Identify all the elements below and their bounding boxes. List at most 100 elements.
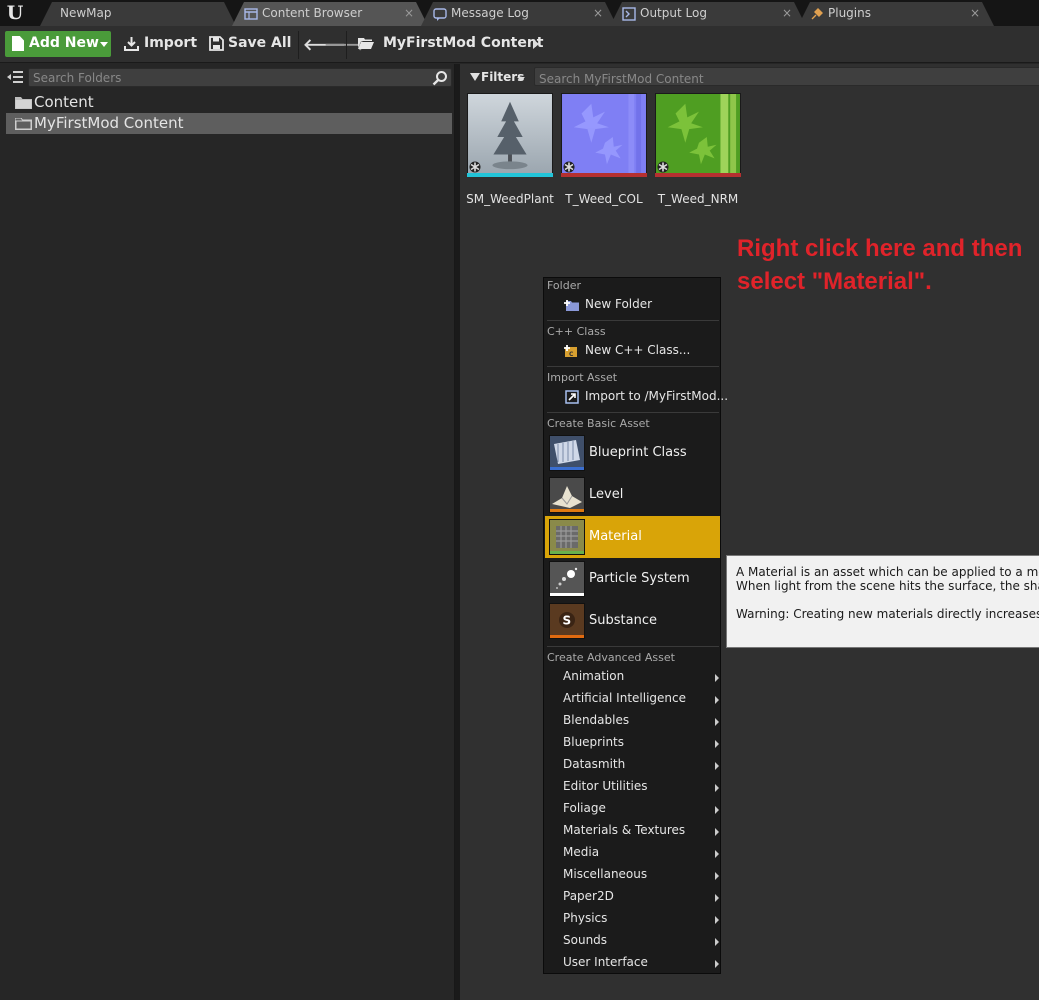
tooltip-text: Warning: Creating new materials directly… [736, 607, 1039, 621]
menu-divider [547, 366, 719, 367]
tab-label: Content Browser [262, 6, 363, 20]
save-icon [209, 36, 224, 51]
import-label: Import [144, 35, 198, 51]
menu-item-material[interactable]: Material [545, 516, 720, 558]
close-icon[interactable]: × [782, 6, 792, 20]
chevron-right-icon [715, 828, 719, 836]
menu-section-header: Create Basic Asset [547, 417, 650, 430]
tab-content-browser[interactable]: Content Browser × [232, 2, 428, 26]
menu-item-blueprint-class[interactable]: Blueprint Class [545, 432, 720, 474]
content-browser-icon [244, 7, 258, 21]
unsaved-star-icon [657, 161, 669, 173]
asset-tile[interactable]: T_Weed_NRM [655, 93, 741, 213]
asset-type-bar [655, 173, 741, 177]
folder-search-box [28, 68, 452, 87]
content-browser-toolbar: Add New Import Save All 🡐 🡒 MyFirstMod C… [0, 26, 1039, 63]
menu-item-level[interactable]: Level [545, 474, 720, 516]
menu-item-datasmith[interactable]: Datasmith [545, 754, 720, 776]
menu-item-label: Animation [563, 669, 625, 683]
menu-item-label: Editor Utilities [563, 779, 648, 793]
menu-item-label: Level [589, 487, 624, 502]
menu-item-blueprints[interactable]: Blueprints [545, 732, 720, 754]
toolbar-divider [298, 31, 299, 59]
breadcrumb[interactable]: MyFirstMod Content [348, 31, 548, 57]
menu-item-physics[interactable]: Physics [545, 908, 720, 930]
menu-item-animation[interactable]: Animation [545, 666, 720, 688]
folder-item-myfirstmod-content[interactable]: MyFirstMod Content [6, 113, 452, 134]
menu-item-artificial-intelligence[interactable]: Artificial Intelligence [545, 688, 720, 710]
search-icon[interactable] [432, 70, 448, 86]
menu-item-label: Media [563, 845, 600, 859]
menu-divider [547, 646, 719, 647]
chevron-right-icon [715, 960, 719, 968]
menu-item-label: Miscellaneous [563, 867, 648, 881]
menu-item-label: Foliage [563, 801, 606, 815]
asset-type-bar [550, 467, 584, 470]
asset-name: SM_WeedPlant [466, 192, 554, 206]
asset-type-bar [550, 551, 584, 554]
menu-item-import-to[interactable]: Import to /MyFirstMod... [545, 386, 728, 408]
asset-type-bar [561, 173, 647, 177]
menu-item-user-interface[interactable]: User Interface [545, 952, 720, 974]
menu-item-substance[interactable]: S Substance [545, 600, 720, 642]
folder-search-input[interactable] [29, 69, 429, 86]
chevron-down-icon [100, 42, 108, 47]
folder-icon [15, 118, 32, 130]
tab-label: Plugins [828, 6, 871, 20]
menu-item-label: New Folder [585, 297, 653, 311]
tab-message-log[interactable]: Message Log × [421, 2, 617, 26]
substance-icon: S [549, 603, 585, 639]
import-button[interactable]: Import [118, 31, 198, 57]
menu-item-new-cpp-class[interactable]: C New C++ Class... [545, 340, 720, 362]
asset-tile[interactable]: T_Weed_COL [561, 93, 647, 213]
tab-newmap[interactable]: NewMap [40, 2, 236, 26]
menu-item-paper2d[interactable]: Paper2D [545, 886, 720, 908]
cpp-class-icon: C [564, 345, 577, 358]
menu-item-particle-system[interactable]: Particle System [545, 558, 720, 600]
tab-output-log[interactable]: Output Log × [610, 2, 806, 26]
menu-item-label: Blueprints [563, 735, 625, 749]
tab-label: NewMap [60, 6, 112, 20]
asset-tile[interactable]: SM_WeedPlant [466, 93, 554, 213]
close-icon[interactable]: × [970, 6, 980, 20]
instruction-annotation: Right click here and then select "Materi… [737, 232, 1037, 298]
chevron-right-icon [715, 696, 719, 704]
menu-item-sounds[interactable]: Sounds [545, 930, 720, 952]
add-new-label: Add New [29, 35, 99, 51]
add-new-button[interactable]: Add New [5, 31, 111, 57]
menu-section-header: Import Asset [547, 371, 618, 384]
menu-item-blendables[interactable]: Blendables [545, 710, 720, 732]
menu-item-editor-utilities[interactable]: Editor Utilities [545, 776, 720, 798]
chevron-right-icon[interactable] [533, 39, 539, 49]
chevron-right-icon [715, 872, 719, 880]
chevron-right-icon [715, 894, 719, 902]
folder-label: MyFirstMod Content [34, 114, 184, 132]
menu-item-label: Import to /MyFirstMod... [585, 389, 729, 403]
filters-button[interactable]: Filters [467, 67, 527, 89]
menu-section-header: C++ Class [547, 325, 606, 338]
menu-item-foliage[interactable]: Foliage [545, 798, 720, 820]
save-all-button[interactable]: Save All [204, 31, 294, 57]
tab-plugins[interactable]: Plugins × [798, 2, 994, 26]
menu-item-miscellaneous[interactable]: Miscellaneous [545, 864, 720, 886]
context-menu: Folder New Folder C++ Class C New C++ Cl… [543, 277, 728, 974]
unreal-logo-icon[interactable]: U [4, 2, 26, 24]
folder-item-content[interactable]: Content [6, 92, 452, 113]
menu-item-materials-textures[interactable]: Materials & Textures [545, 820, 720, 842]
breadcrumb-path[interactable]: MyFirstMod Content [383, 35, 544, 51]
chevron-right-icon [715, 938, 719, 946]
close-icon[interactable]: × [593, 6, 603, 20]
tree-view-options-icon[interactable] [6, 69, 24, 85]
tab-label: Output Log [640, 6, 707, 20]
close-icon[interactable]: × [404, 6, 414, 20]
asset-search-input[interactable] [535, 70, 1039, 88]
menu-divider [547, 412, 719, 413]
menu-item-media[interactable]: Media [545, 842, 720, 864]
import-icon [124, 37, 139, 51]
menu-item-new-folder[interactable]: New Folder [545, 294, 720, 316]
plugins-icon [810, 7, 824, 21]
asset-search-box [534, 67, 1039, 88]
menu-item-label: New C++ Class... [585, 343, 691, 357]
menu-item-label: Blueprint Class [589, 445, 687, 460]
toolbar-divider [346, 31, 347, 59]
